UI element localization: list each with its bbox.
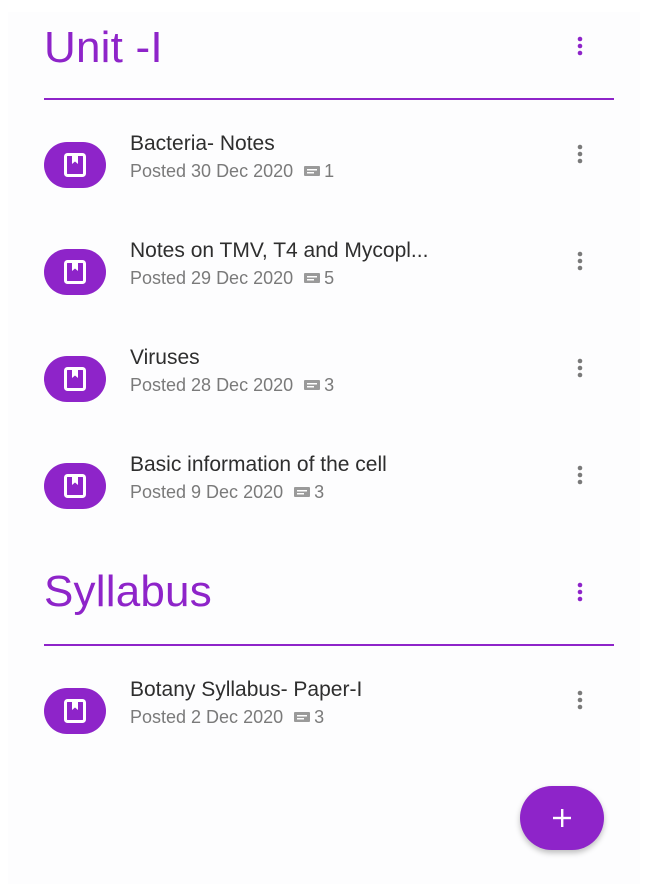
posted-date: Posted 28 Dec 2020 <box>130 375 294 395</box>
plus-icon <box>553 809 571 827</box>
comment-icon <box>293 486 311 500</box>
comment-count: 3 <box>324 375 335 395</box>
topic-title: Unit -I <box>44 23 163 72</box>
topic-more-menu-button[interactable] <box>568 580 592 604</box>
comment-count: 1 <box>324 161 335 181</box>
item-more-menu-button[interactable] <box>568 249 592 273</box>
comment-icon <box>303 379 321 393</box>
assignment-book-icon <box>44 688 106 734</box>
item-title: Viruses <box>130 346 200 369</box>
comment-count: 3 <box>314 707 325 727</box>
topic-divider <box>44 644 614 646</box>
topic-title: Syllabus <box>44 567 212 616</box>
list-item[interactable]: Viruses Posted 28 Dec 2020 3 <box>8 346 640 426</box>
topic-divider <box>44 98 614 100</box>
list-item[interactable]: Basic information of the cell Posted 9 D… <box>8 453 640 533</box>
item-title: Botany Syllabus- Paper-I <box>130 678 363 701</box>
more-vert-icon <box>577 690 583 710</box>
posted-date: Posted 29 Dec 2020 <box>130 268 294 288</box>
comment-icon <box>303 165 321 179</box>
assignment-book-icon <box>44 356 106 402</box>
posted-date: Posted 2 Dec 2020 <box>130 707 284 727</box>
more-vert-icon <box>577 465 583 485</box>
comment-count: 3 <box>314 482 325 502</box>
more-vert-icon <box>577 251 583 271</box>
item-meta: Posted 29 Dec 2020 5 <box>130 268 334 289</box>
item-meta: Posted 30 Dec 2020 1 <box>130 161 334 182</box>
item-title: Basic information of the cell <box>130 453 387 476</box>
item-meta: Posted 28 Dec 2020 3 <box>130 375 334 396</box>
list-item[interactable]: Bacteria- Notes Posted 30 Dec 2020 1 <box>8 132 640 212</box>
more-vert-icon <box>577 144 583 164</box>
create-fab-button[interactable] <box>520 786 604 850</box>
item-more-menu-button[interactable] <box>568 142 592 166</box>
item-more-menu-button[interactable] <box>568 688 592 712</box>
item-title: Notes on TMV, T4 and Mycopl... <box>130 239 429 262</box>
assignment-book-icon <box>44 249 106 295</box>
item-more-menu-button[interactable] <box>568 356 592 380</box>
more-vert-icon <box>577 582 583 602</box>
item-meta: Posted 9 Dec 2020 3 <box>130 482 324 503</box>
assignment-book-icon <box>44 142 106 188</box>
item-title: Bacteria- Notes <box>130 132 275 155</box>
comment-count: 5 <box>324 268 335 288</box>
posted-date: Posted 9 Dec 2020 <box>130 482 284 502</box>
assignment-book-icon <box>44 463 106 509</box>
topic-more-menu-button[interactable] <box>568 34 592 58</box>
classwork-page: Unit -I Bacteria- Notes Posted 30 Dec 20… <box>8 12 640 884</box>
item-more-menu-button[interactable] <box>568 463 592 487</box>
more-vert-icon <box>577 36 583 56</box>
item-meta: Posted 2 Dec 2020 3 <box>130 707 324 728</box>
comment-icon <box>303 272 321 286</box>
list-item[interactable]: Notes on TMV, T4 and Mycopl... Posted 29… <box>8 239 640 319</box>
posted-date: Posted 30 Dec 2020 <box>130 161 294 181</box>
more-vert-icon <box>577 358 583 378</box>
comment-icon <box>293 711 311 725</box>
list-item[interactable]: Botany Syllabus- Paper-I Posted 2 Dec 20… <box>8 678 640 758</box>
